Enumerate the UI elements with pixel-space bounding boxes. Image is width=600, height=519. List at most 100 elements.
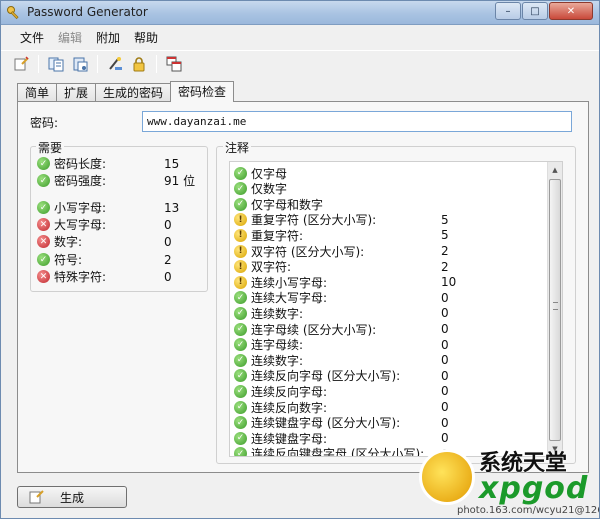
check-icon: ✓ — [37, 174, 50, 187]
watermark: 系统天堂 xpgod photo.163.com/wcyu21@126 — [419, 441, 599, 518]
notes-scrollbar[interactable]: ▲ ▼ — [547, 162, 562, 456]
title-bar[interactable]: Password Generator – □ ✕ — [1, 1, 599, 25]
requirement-label: 密码强度: — [54, 174, 107, 188]
note-label: 连续反向字母: — [251, 384, 328, 399]
tab-bar: 简单 扩展 生成的密码 密码检查 — [17, 81, 235, 102]
tab-generated-passwords[interactable]: 生成的密码 — [95, 83, 172, 102]
menu-edit[interactable]: 编辑 — [51, 27, 89, 48]
note-row: ✓ 连续数字: 0 — [234, 352, 552, 368]
notes-title: 注释 — [223, 139, 252, 156]
menu-extras[interactable]: 附加 — [89, 27, 127, 48]
note-row: ✓ 连续数字: 0 — [234, 305, 552, 321]
note-value: 0 — [441, 384, 449, 399]
notes-list[interactable]: ✓ 仅字母 ✓ 仅数字 ✓ 仅字母和数字! 重复字符 (区分大小写): 5! 重复字符: 5! 双字… — [229, 161, 563, 457]
requirements-group: 需要 ✓ 密码长度: 15 ✓ 密码强度: 91 位 ✓ 小写字母: 13 ✕ 大写字母: 0 ✕ 数字:… — [30, 139, 208, 292]
note-label: 双字符 (区分大小写): — [251, 244, 365, 259]
note-row: ✓ 连续键盘字母 (区分大小写): 0 — [234, 415, 552, 431]
error-icon: ✕ — [37, 235, 50, 248]
note-label: 连字母续 (区分大小写): — [251, 322, 377, 337]
warning-icon: ! — [234, 260, 247, 274]
requirement-value: 0 — [164, 217, 172, 232]
note-label: 仅字母和数字 — [251, 197, 324, 212]
requirement-value: 15 — [164, 156, 180, 171]
scroll-up-icon[interactable]: ▲ — [548, 162, 562, 177]
note-row: ✓ 连续反向字母: 0 — [234, 383, 552, 399]
requirement-value: 13 — [164, 200, 180, 215]
note-row: ✓ 连字母续: 0 — [234, 337, 552, 353]
note-label: 连续键盘字母 (区分大小写): — [251, 416, 401, 431]
minimize-button[interactable]: – — [495, 2, 521, 20]
note-row: ! 双字符 (区分大小写): 2 — [234, 243, 552, 259]
maximize-button[interactable]: □ — [522, 2, 548, 20]
toolbar-separator — [38, 54, 39, 73]
requirement-label: 密码长度: — [54, 157, 107, 171]
note-value: 0 — [441, 290, 449, 305]
note-label: 连字母续: — [251, 338, 304, 353]
requirements-title: 需要 — [36, 139, 65, 156]
lock-icon[interactable] — [129, 54, 149, 74]
requirement-label: 小写字母: — [54, 201, 107, 215]
check-icon: ✓ — [234, 400, 247, 414]
note-value: 0 — [441, 400, 449, 414]
window-title: Password Generator — [27, 5, 148, 19]
check-icon: ✓ — [234, 416, 247, 430]
warning-icon: ! — [234, 213, 247, 227]
generate-button[interactable]: 生成 — [17, 486, 127, 508]
requirement-row: ✓ 密码强度: 91 位 — [37, 172, 205, 189]
watermark-logo — [419, 449, 475, 505]
generate-button-label: 生成 — [60, 490, 85, 505]
toolbar — [1, 50, 599, 76]
tab-extended[interactable]: 扩展 — [56, 83, 97, 102]
warning-icon: ! — [234, 228, 247, 242]
menu-help[interactable]: 帮助 — [127, 27, 165, 48]
note-value: 5 — [441, 212, 449, 227]
note-label: 连续数字: — [251, 306, 304, 321]
note-value: 0 — [441, 306, 449, 321]
copy-icon[interactable] — [46, 54, 66, 74]
note-value: 0 — [441, 337, 449, 352]
note-label: 连续反向字母 (区分大小写): — [251, 369, 401, 384]
note-label: 仅字母 — [251, 166, 288, 181]
note-row: ✓ 连续大写字母: 0 — [234, 290, 552, 306]
note-row: ✓ 仅字母和数字 — [234, 196, 552, 212]
password-input[interactable]: www.dayanzai.me — [142, 111, 572, 132]
note-value: 0 — [441, 353, 449, 368]
check-icon: ✓ — [234, 197, 247, 211]
note-value: 0 — [441, 415, 449, 430]
check-icon: ✓ — [234, 384, 247, 398]
note-value: 5 — [441, 228, 449, 243]
note-label: 连续小写字母: — [251, 275, 328, 290]
windows-icon[interactable] — [164, 54, 184, 74]
tab-simple[interactable]: 简单 — [17, 83, 58, 102]
check-icon: ✓ — [234, 431, 247, 445]
note-label: 连续反向数字: — [251, 400, 328, 415]
scrollbar-thumb[interactable] — [549, 179, 561, 441]
paste-icon[interactable] — [70, 54, 90, 74]
note-value: 2 — [441, 244, 449, 258]
check-icon: ✓ — [37, 157, 50, 170]
note-value: 0 — [441, 322, 449, 336]
check-icon: ✓ — [234, 306, 247, 320]
requirement-row: ✕ 数字: 0 — [37, 233, 205, 250]
watermark-brand: xpgod — [479, 471, 589, 506]
note-row: ! 双字符: 2 — [234, 259, 552, 275]
note-row: ✓ 连字母续 (区分大小写): 0 — [234, 321, 552, 337]
note-row: ! 连续小写字母: 10 — [234, 274, 552, 290]
check-icon: ✓ — [234, 166, 247, 180]
note-value: 2 — [441, 259, 449, 274]
requirement-row: ✕ 大写字母: 0 — [37, 216, 205, 233]
check-icon: ✓ — [234, 447, 247, 456]
warning-icon: ! — [234, 275, 247, 289]
new-icon[interactable] — [11, 54, 31, 74]
wizard-icon[interactable] — [105, 54, 125, 74]
check-icon: ✓ — [234, 291, 247, 305]
requirement-value: 91 位 — [164, 174, 196, 188]
menu-file[interactable]: 文件 — [13, 27, 51, 48]
tab-password-check[interactable]: 密码检查 — [170, 81, 235, 102]
note-label: 双字符: — [251, 260, 292, 275]
menu-bar: 文件 编辑 附加 帮助 — [1, 26, 599, 48]
note-row: ✓ 仅字母 — [234, 165, 552, 181]
error-icon: ✕ — [37, 218, 50, 231]
note-row: ✓ 仅数字 — [234, 181, 552, 197]
close-button[interactable]: ✕ — [549, 2, 593, 20]
